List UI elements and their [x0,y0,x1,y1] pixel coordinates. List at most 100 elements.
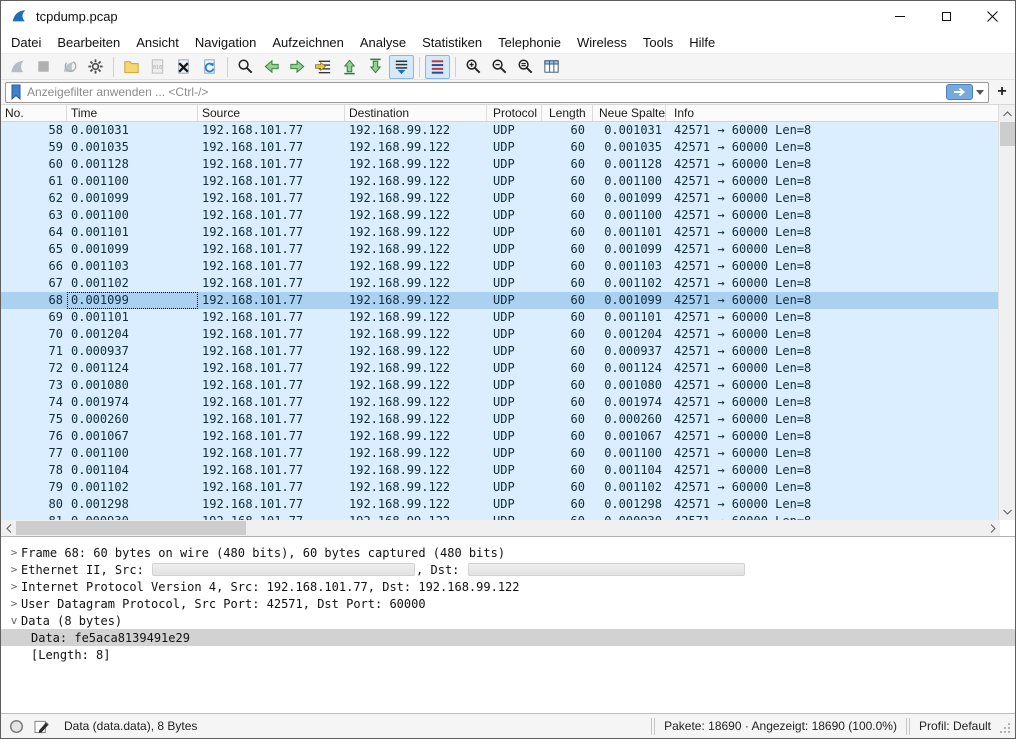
menu-statistiken[interactable]: Statistiken [414,33,490,52]
go-to-packet-button[interactable] [311,55,336,79]
packet-row-58[interactable]: 580.001031192.168.101.77192.168.99.122UD… [1,122,1000,139]
status-profile[interactable]: Profil: Default [919,719,991,733]
vertical-scrollbar[interactable] [998,105,1015,520]
menu-analyse[interactable]: Analyse [352,33,414,52]
packet-row-80[interactable]: 800.001298192.168.101.77192.168.99.122UD… [1,496,1000,513]
auto-scroll-button[interactable] [389,55,414,79]
scroll-left-arrow-icon[interactable] [1,520,16,536]
go-first-packet-button[interactable] [337,55,362,79]
cell-protocol: UDP [487,462,542,479]
cell-protocol: UDP [487,309,542,326]
menu-tools[interactable]: Tools [635,33,681,52]
column-header-time[interactable]: Time [67,105,198,121]
packet-row-61[interactable]: 610.001100192.168.101.77192.168.99.122UD… [1,173,1000,190]
zoom-original-button[interactable] [513,55,538,79]
scroll-down-arrow-icon[interactable] [999,504,1015,519]
packet-row-69[interactable]: 690.001101192.168.101.77192.168.99.122UD… [1,309,1000,326]
packet-row-78[interactable]: 780.001104192.168.101.77192.168.99.122UD… [1,462,1000,479]
packet-row-76[interactable]: 760.001067192.168.101.77192.168.99.122UD… [1,428,1000,445]
packet-row-74[interactable]: 740.001974192.168.101.77192.168.99.122UD… [1,394,1000,411]
cell-length: 60 [542,479,593,496]
menu-hilfe[interactable]: Hilfe [681,33,723,52]
packet-row-73[interactable]: 730.001080192.168.101.77192.168.99.122UD… [1,377,1000,394]
column-header-no[interactable]: No. [1,105,67,121]
column-header-neue-spalte[interactable]: Neue Spalte [593,105,666,121]
window-controls [877,1,1015,31]
filter-dropdown-caret-icon[interactable] [976,90,984,95]
detail-line-3[interactable]: >User Datagram Protocol, Src Port: 42571… [1,595,1015,612]
packet-row-79[interactable]: 790.001102192.168.101.77192.168.99.122UD… [1,479,1000,496]
apply-filter-button[interactable] [946,84,973,100]
menu-datei[interactable]: Datei [3,33,49,52]
scroll-right-arrow-icon[interactable] [985,520,1000,536]
packet-row-64[interactable]: 640.001101192.168.101.77192.168.99.122UD… [1,224,1000,241]
open-file-button[interactable] [119,55,144,79]
packet-row-60[interactable]: 600.001128192.168.101.77192.168.99.122UD… [1,156,1000,173]
zoom-in-button[interactable] [461,55,486,79]
gear-icon [86,57,105,76]
add-filter-button[interactable]: + [993,83,1011,101]
colorize-packets-button[interactable] [425,55,450,79]
packet-row-71[interactable]: 710.000937192.168.101.77192.168.99.122UD… [1,343,1000,360]
column-header-destination[interactable]: Destination [345,105,487,121]
close-file-button[interactable] [171,55,196,79]
packet-row-67[interactable]: 670.001102192.168.101.77192.168.99.122UD… [1,275,1000,292]
packet-row-63[interactable]: 630.001100192.168.101.77192.168.99.122UD… [1,207,1000,224]
column-header-info[interactable]: Info [666,105,1000,121]
maximize-button[interactable] [923,1,969,31]
packet-row-75[interactable]: 750.000260192.168.101.77192.168.99.122UD… [1,411,1000,428]
go-forward-button[interactable] [285,55,310,79]
menu-aufzeichnen[interactable]: Aufzeichnen [264,33,352,52]
cell-protocol: UDP [487,377,542,394]
bookmark-icon[interactable] [10,84,22,100]
packet-row-65[interactable]: 650.001099192.168.101.77192.168.99.122UD… [1,241,1000,258]
scroll-up-arrow-icon[interactable] [999,106,1015,121]
column-header-protocol[interactable]: Protocol [487,105,542,121]
resize-grip[interactable] [999,722,1013,736]
reload-file-button[interactable] [197,55,222,79]
cell-length: 60 [542,156,593,173]
display-filter-input[interactable] [27,84,946,101]
expand-chevron-icon[interactable]: > [7,563,21,576]
detail-line-0[interactable]: >Frame 68: 60 bytes on wire (480 bits), … [1,544,1015,561]
detail-line-1[interactable]: >Ethernet II, Src: , Dst: [1,561,1015,578]
close-button[interactable] [969,1,1015,31]
detail-line-2[interactable]: >Internet Protocol Version 4, Src: 192.1… [1,578,1015,595]
menu-ansicht[interactable]: Ansicht [128,33,187,52]
packet-row-68[interactable]: 680.001099192.168.101.77192.168.99.122UD… [1,292,1000,309]
column-header-length[interactable]: Length [542,105,593,121]
packet-row-72[interactable]: 720.001124192.168.101.77192.168.99.122UD… [1,360,1000,377]
find-packet-button[interactable] [233,55,258,79]
packet-row-70[interactable]: 700.001204192.168.101.77192.168.99.122UD… [1,326,1000,343]
packet-row-81[interactable]: 810.000930192.168.101.77192.168.99.122UD… [1,513,1000,520]
collapse-chevron-icon[interactable]: v [7,614,21,627]
packet-row-66[interactable]: 660.001103192.168.101.77192.168.99.122UD… [1,258,1000,275]
go-last-packet-button[interactable] [363,55,388,79]
zoom-out-button[interactable] [487,55,512,79]
packet-row-77[interactable]: 770.001100192.168.101.77192.168.99.122UD… [1,445,1000,462]
cell-neue-spalte: 0.001099 [593,241,666,258]
horizontal-scrollbar[interactable] [1,520,1000,536]
vertical-scroll-thumb[interactable] [1000,122,1015,146]
detail-line-4[interactable]: vData (8 bytes) [1,612,1015,629]
horizontal-scroll-thumb[interactable] [16,521,246,535]
go-back-button[interactable] [259,55,284,79]
packet-row-62[interactable]: 620.001099192.168.101.77192.168.99.122UD… [1,190,1000,207]
expert-info-icon[interactable] [9,719,24,734]
minimize-button[interactable] [877,1,923,31]
capture-comment-icon[interactable] [34,719,50,734]
menu-telephonie[interactable]: Telephonie [490,33,569,52]
detail-line-5[interactable]: Data: fe5aca8139491e29 [1,629,1015,646]
expand-chevron-icon[interactable]: > [7,546,21,559]
expand-chevron-icon[interactable]: > [7,580,21,593]
column-header-source[interactable]: Source [198,105,345,121]
cell-info: 42571 → 60000 Len=8 [666,258,1000,275]
menu-wireless[interactable]: Wireless [569,33,635,52]
packet-row-59[interactable]: 590.001035192.168.101.77192.168.99.122UD… [1,139,1000,156]
menu-navigation[interactable]: Navigation [187,33,264,52]
expand-chevron-icon[interactable]: > [7,597,21,610]
capture-options-button[interactable] [83,55,108,79]
detail-line-6[interactable]: [Length: 8] [1,646,1015,663]
resize-columns-button[interactable] [539,55,564,79]
menu-bearbeiten[interactable]: Bearbeiten [49,33,128,52]
